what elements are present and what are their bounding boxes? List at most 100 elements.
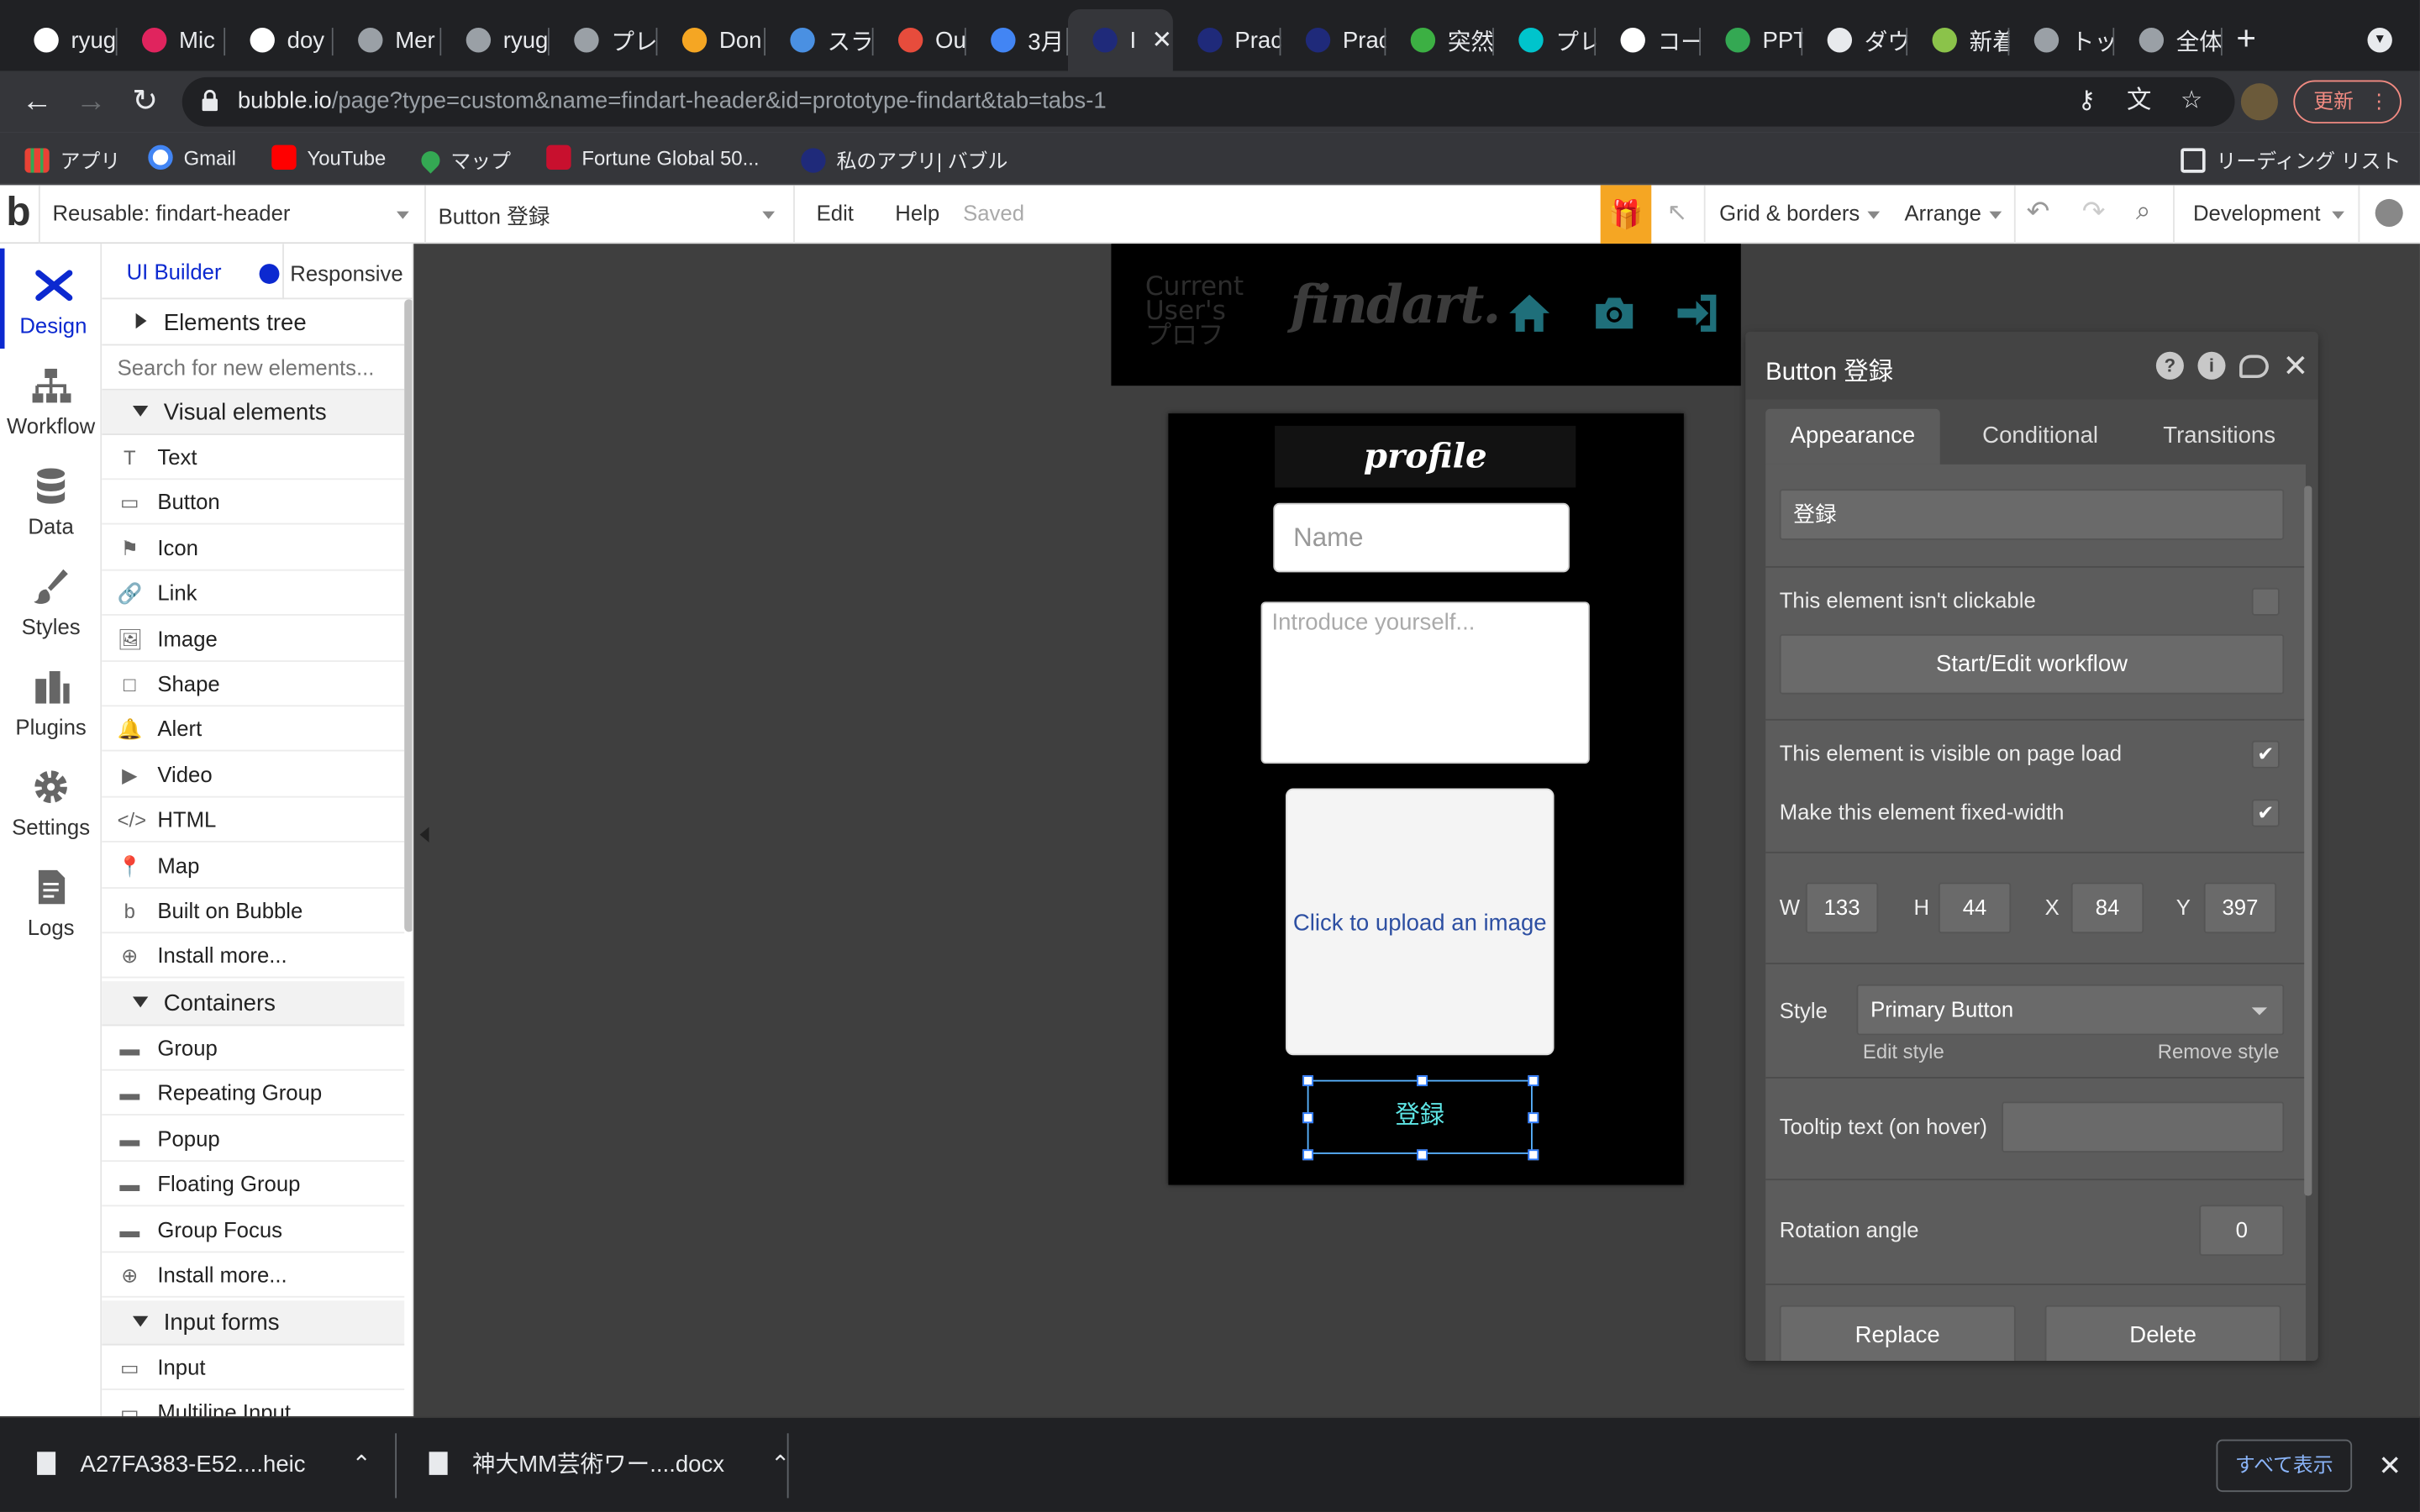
visual-element-item[interactable]: b Built on Bubble (102, 889, 405, 934)
camera-icon[interactable] (1591, 290, 1638, 336)
help-menu[interactable]: Help (895, 201, 939, 225)
rail-logs[interactable]: Logs (0, 850, 102, 950)
key-icon[interactable]: ⚷ (2071, 87, 2102, 118)
container-element-item[interactable]: ▬ Group Focus (102, 1207, 405, 1252)
browser-tab[interactable]: ryug (441, 9, 550, 71)
visual-element-item[interactable]: 🔗 Link (102, 571, 405, 617)
browser-tab[interactable]: Prac (1281, 9, 1386, 71)
more-menu-icon[interactable]: ⋮ (2369, 90, 2389, 113)
tab-appearance[interactable]: Appearance (1765, 408, 1940, 465)
browser-tab[interactable]: Don (657, 9, 766, 71)
container-element-item[interactable]: ▬ Popup (102, 1116, 405, 1162)
header-current-user-text[interactable]: Current User's プロフ (1145, 274, 1244, 349)
rail-design[interactable]: Design (0, 248, 102, 349)
close-download-bar-icon[interactable]: ✕ (2378, 1418, 2402, 1512)
browser-tab[interactable]: Mic (118, 9, 226, 71)
reusable-header[interactable]: Current User's プロフ findart. (1111, 244, 1741, 386)
rail-settings[interactable]: Settings (0, 750, 102, 850)
visible-on-load-checkbox[interactable]: ✔ (2251, 740, 2280, 769)
visual-element-item[interactable]: 📍 Map (102, 843, 405, 889)
browser-tab[interactable]: コー (1596, 9, 1702, 71)
bookmark-fortune[interactable]: Fortune Global 50... (546, 144, 759, 171)
visual-elements-header[interactable]: Visual elements (102, 390, 405, 435)
name-input[interactable]: Name (1273, 502, 1570, 573)
start-edit-workflow-button[interactable]: Start/Edit workflow (1779, 633, 2285, 695)
browser-tab[interactable]: Prac (1173, 9, 1281, 71)
fixed-width-checkbox[interactable]: ✔ (2251, 799, 2280, 827)
replace-button[interactable]: Replace (1779, 1305, 2016, 1361)
browser-tab[interactable]: 3月 (966, 9, 1068, 71)
grid-borders-menu[interactable]: Grid & borders (1719, 201, 1860, 225)
visual-element-item[interactable]: 🖼 Image (102, 617, 405, 662)
browser-tab[interactable]: PPT (1701, 9, 1803, 71)
search-icon[interactable]: ⌕ (2136, 196, 2151, 227)
browser-tab[interactable]: プレ (1494, 9, 1597, 71)
gift-icon[interactable]: 🎁 (1600, 185, 1652, 244)
address-bar[interactable]: bubble.io/page?type=custom&name=findart-… (182, 76, 2235, 127)
browser-tab[interactable]: ダウ (1802, 9, 1908, 71)
container-element-item[interactable]: ▬ Repeating Group (102, 1071, 405, 1116)
home-icon[interactable] (1507, 290, 1553, 336)
visual-element-item[interactable]: ▶ Video (102, 753, 405, 798)
download-item[interactable]: A27FA383-E52....heic ⌃ (37, 1418, 371, 1512)
close-icon[interactable]: ✕ (2282, 347, 2308, 386)
visual-element-item[interactable]: □ Shape (102, 662, 405, 707)
redo-icon[interactable]: ↷ (2082, 196, 2106, 228)
bookmark-youtube[interactable]: YouTube (271, 144, 386, 171)
button-text-field[interactable]: 登録 (1779, 489, 2285, 540)
collapse-panel-icon[interactable] (419, 827, 429, 843)
show-all-downloads-button[interactable]: すべて表示 (2216, 1439, 2353, 1493)
width-field[interactable]: 133 (1805, 882, 1879, 934)
visual-element-item[interactable]: ⊕ Install more... (102, 934, 405, 979)
visual-element-item[interactable]: ⚑ Icon (102, 526, 405, 571)
remove-style-link[interactable]: Remove style (2158, 1040, 2280, 1063)
forward-icon[interactable]: → (72, 83, 109, 120)
resize-handle[interactable] (1417, 1149, 1428, 1161)
tab-ui-builder[interactable]: UI Builder (127, 260, 222, 284)
browser-tab[interactable]: ryug (9, 9, 118, 71)
tab-search-icon[interactable]: ▾ (2367, 28, 2392, 53)
browser-tab[interactable]: 全体 (2114, 9, 2223, 71)
reading-list[interactable]: リーディング リスト (2181, 145, 2401, 175)
bookmark-my-apps[interactable]: 私のアプリ| バブル (801, 145, 1007, 175)
edit-style-link[interactable]: Edit style (1863, 1040, 1944, 1063)
x-field[interactable]: 84 (2070, 882, 2144, 934)
tab-transitions[interactable]: Transitions (2133, 409, 2306, 465)
help-icon[interactable]: ? (2155, 351, 2184, 380)
tab-responsive[interactable]: Responsive (259, 260, 403, 286)
element-panel-scrollbar[interactable] (404, 299, 413, 932)
profile-title[interactable]: profile (1275, 425, 1576, 488)
close-tab-icon[interactable]: ✕ (1151, 24, 1172, 55)
element-search-input[interactable] (102, 345, 405, 391)
resize-handle[interactable] (1528, 1075, 1539, 1087)
property-editor[interactable]: Button 登録 ? i ✕ Appearance Conditional T… (1745, 331, 2318, 1361)
info-icon[interactable]: i (2197, 351, 2226, 380)
visual-element-item[interactable]: T Text (102, 435, 405, 480)
property-editor-header[interactable]: Button 登録 ? i ✕ (1745, 331, 2318, 400)
resize-handle[interactable] (1528, 1112, 1539, 1124)
container-element-item[interactable]: ▬ Group (102, 1026, 405, 1071)
tab-conditional[interactable]: Conditional (1948, 409, 2133, 465)
page-selector[interactable]: Reusable: findart-header (52, 201, 290, 225)
containers-header[interactable]: Containers (102, 981, 405, 1026)
browser-tab[interactable]: Mer (334, 9, 442, 71)
register-button[interactable]: 登録 (1307, 1079, 1533, 1154)
tooltip-field[interactable] (2002, 1101, 2285, 1153)
bookmark-gmail[interactable]: Gmail (148, 144, 236, 171)
container-element-item[interactable]: ▬ Floating Group (102, 1162, 405, 1207)
header-logo[interactable]: findart. (1290, 275, 1501, 336)
browser-tab[interactable]: 突然 (1386, 9, 1494, 71)
rail-data[interactable]: Data (0, 449, 102, 549)
browser-tab[interactable]: 新着 (1907, 9, 2010, 71)
visual-element-item[interactable]: ▭ Button (102, 480, 405, 526)
reload-icon[interactable]: ↻ (127, 83, 164, 120)
browser-tab[interactable]: トッ (2009, 9, 2115, 71)
login-icon[interactable] (1675, 290, 1721, 336)
browser-tab[interactable]: プレ (550, 9, 658, 71)
resize-handle[interactable] (1417, 1075, 1428, 1087)
visual-element-item[interactable]: </> HTML (102, 798, 405, 843)
undo-icon[interactable]: ↶ (2027, 196, 2050, 228)
elements-tree-toggle[interactable]: Elements tree (102, 301, 405, 346)
not-clickable-checkbox[interactable] (2251, 587, 2280, 616)
account-icon[interactable] (2375, 198, 2403, 227)
